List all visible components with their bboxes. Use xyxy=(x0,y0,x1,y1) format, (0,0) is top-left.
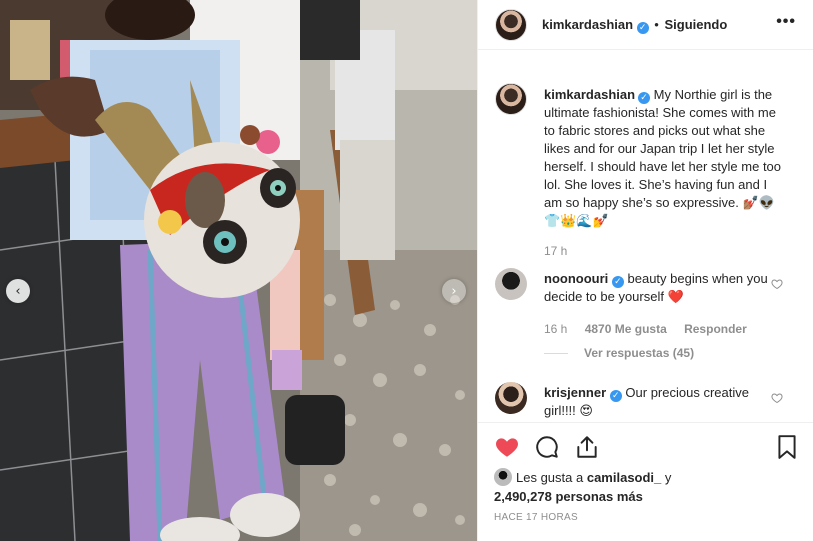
post-header: kimkardashian ✓ • Siguiendo ••• xyxy=(478,0,813,50)
comment-icon[interactable] xyxy=(534,434,560,460)
post-photo[interactable]: ‹ › xyxy=(0,0,477,541)
chevron-right-icon: › xyxy=(451,283,457,299)
comment-meta: 16 h 4870 Me gusta Responder xyxy=(544,322,747,336)
chevron-left-icon: ‹ xyxy=(15,283,21,299)
comment-avatar[interactable] xyxy=(495,268,527,300)
more-options-icon[interactable]: ••• xyxy=(776,13,796,31)
likes-connector: y xyxy=(664,470,672,485)
caption-time[interactable]: 17 h xyxy=(544,244,567,258)
comment-avatar[interactable] xyxy=(495,382,527,414)
comment: krisjenner ✓ Our precious creative girl!… xyxy=(544,384,774,420)
bookmark-icon[interactable] xyxy=(774,434,800,460)
post-action-bar xyxy=(478,422,813,470)
comment-like-heart-icon[interactable] xyxy=(771,278,783,290)
comment-likes-count[interactable]: 4870 Me gusta xyxy=(585,322,667,336)
likes-prefix: Les gusta a xyxy=(516,470,584,485)
likes-count[interactable]: 2,490,278 personas más xyxy=(494,489,643,504)
caption-text: My Northie girl is the ultimate fashioni… xyxy=(544,87,782,228)
following-button[interactable]: Siguiendo xyxy=(664,17,727,32)
author-header-line: kimkardashian ✓ • Siguiendo xyxy=(542,17,727,34)
comment-username[interactable]: krisjenner xyxy=(544,385,606,400)
comment: noonoouri ✓ beauty begins when you decid… xyxy=(544,270,774,306)
verified-badge-icon: ✓ xyxy=(609,390,622,402)
reply-button[interactable]: Responder xyxy=(684,322,747,336)
next-photo-button[interactable]: › xyxy=(442,279,466,303)
post-caption: kimkardashian ✓ My Northie girl is the ul… xyxy=(544,86,784,230)
post-side-panel: kimkardashian ✓ • Siguiendo ••• kimkarda… xyxy=(477,0,813,541)
caption-author-username[interactable]: kimkardashian xyxy=(544,87,635,102)
comment-like-heart-icon[interactable] xyxy=(771,392,783,404)
replies-line-divider xyxy=(544,353,568,355)
view-replies-label: Ver respuestas (45) xyxy=(584,346,695,360)
view-replies-button[interactable]: Ver respuestas (45) xyxy=(544,346,694,360)
share-icon[interactable] xyxy=(574,434,600,460)
likes-summary[interactable]: Les gusta a camilasodi_ y 2,490,278 pers… xyxy=(494,468,671,506)
post-timestamp[interactable]: Hace 17 horas xyxy=(494,512,578,523)
caption-author-avatar[interactable] xyxy=(495,83,527,115)
verified-badge-icon: ✓ xyxy=(638,92,651,104)
author-avatar[interactable] xyxy=(495,9,527,41)
photo-image xyxy=(0,0,477,541)
header-separator: • xyxy=(654,17,659,32)
liker-username[interactable]: camilasodi_ xyxy=(587,470,661,485)
liker-avatar xyxy=(494,468,512,486)
comment-username[interactable]: noonoouri xyxy=(544,271,608,286)
comment-time[interactable]: 16 h xyxy=(544,322,567,336)
verified-badge-icon: ✓ xyxy=(636,22,649,34)
author-username-link[interactable]: kimkardashian xyxy=(542,17,633,32)
verified-badge-icon: ✓ xyxy=(611,276,624,288)
heart-icon[interactable] xyxy=(494,434,520,460)
previous-photo-button[interactable]: ‹ xyxy=(6,279,30,303)
